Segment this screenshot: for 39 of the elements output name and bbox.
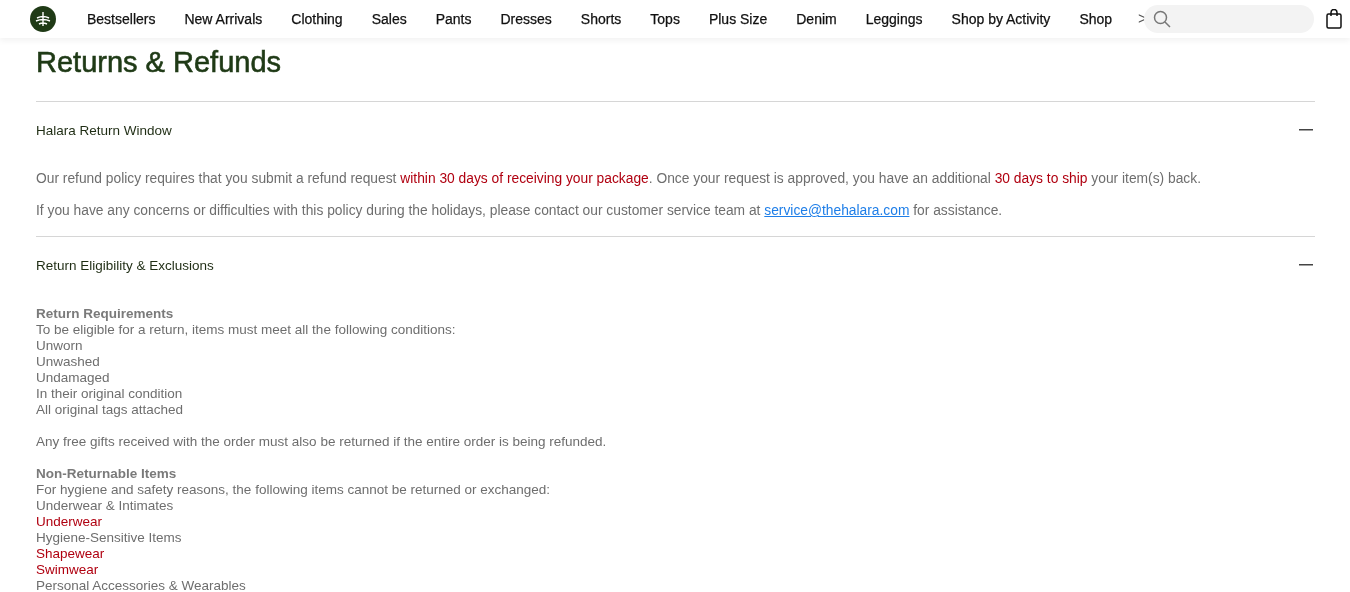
nav-link[interactable]: New Arrivals [184,11,263,27]
body-text: All original tags attached [36,402,184,418]
subheading: Return Requirements [36,306,174,322]
logo-icon[interactable] [30,6,56,32]
paragraph: If you have any concerns or difficulties with this policy during the holidays, please contact our customer service team at service@thehalara.com for assistance. [36,203,1004,219]
nav-link[interactable]: Bestsellers [87,11,156,27]
subheading: Non-Returnable Items [36,466,177,482]
section-title[interactable]: Return Eligibility & Exclusions [36,257,214,273]
body-text: To be eligible for a return, items must meet all the following conditions: [36,322,456,338]
highlight-text: Underwear [36,514,103,530]
body-text: Any free gifts received with the order must also be returned if the entire order is being refunded. [36,434,607,450]
search-icon [1153,10,1172,28]
email-link[interactable]: service@thehalara.com [764,203,910,218]
nav-link[interactable]: Clothing [291,11,343,27]
highlight-text: Swimwear [36,562,99,578]
nav-link[interactable]: Shorts [580,11,622,27]
shopping-bag-icon[interactable] [1326,9,1343,29]
body-text: Personal Accessories & Wearables [36,578,246,592]
nav-link[interactable]: Shop [1079,11,1113,27]
nav-link[interactable]: Pants [435,11,472,27]
nav-link[interactable]: Dresses [500,11,552,27]
body-text: Hygiene-Sensitive Items [36,530,182,546]
body-text: In their original condition [36,386,183,402]
body-text: Unwashed [36,354,100,370]
nav-link[interactable]: Tops [650,11,680,27]
section-title[interactable]: Halara Return Window [36,122,172,138]
body-text: Undamaged [36,370,110,386]
paragraph: Our refund policy requires that you submit a refund request within 30 days of receiving your package. Once your request is approved, you have an additional 30 days to ship your item(s) back. [36,171,1202,187]
search-field[interactable] [1144,5,1315,33]
body-text: For hygiene and safety reasons, the following items cannot be returned or exchanged: [36,482,551,498]
body-text: Unworn [36,338,83,354]
highlight-text: Shapewear [36,546,105,562]
nav-link[interactable]: Sales [371,11,407,27]
nav-link[interactable]: Leggings [865,11,923,27]
body-text: Underwear & Intimates [36,498,174,514]
nav-link[interactable]: Shop by Activity [951,11,1051,27]
nav-link[interactable]: Plus Size [708,11,768,27]
page-title: Returns & Refunds [36,46,282,79]
nav-link[interactable]: Denim [796,11,837,27]
